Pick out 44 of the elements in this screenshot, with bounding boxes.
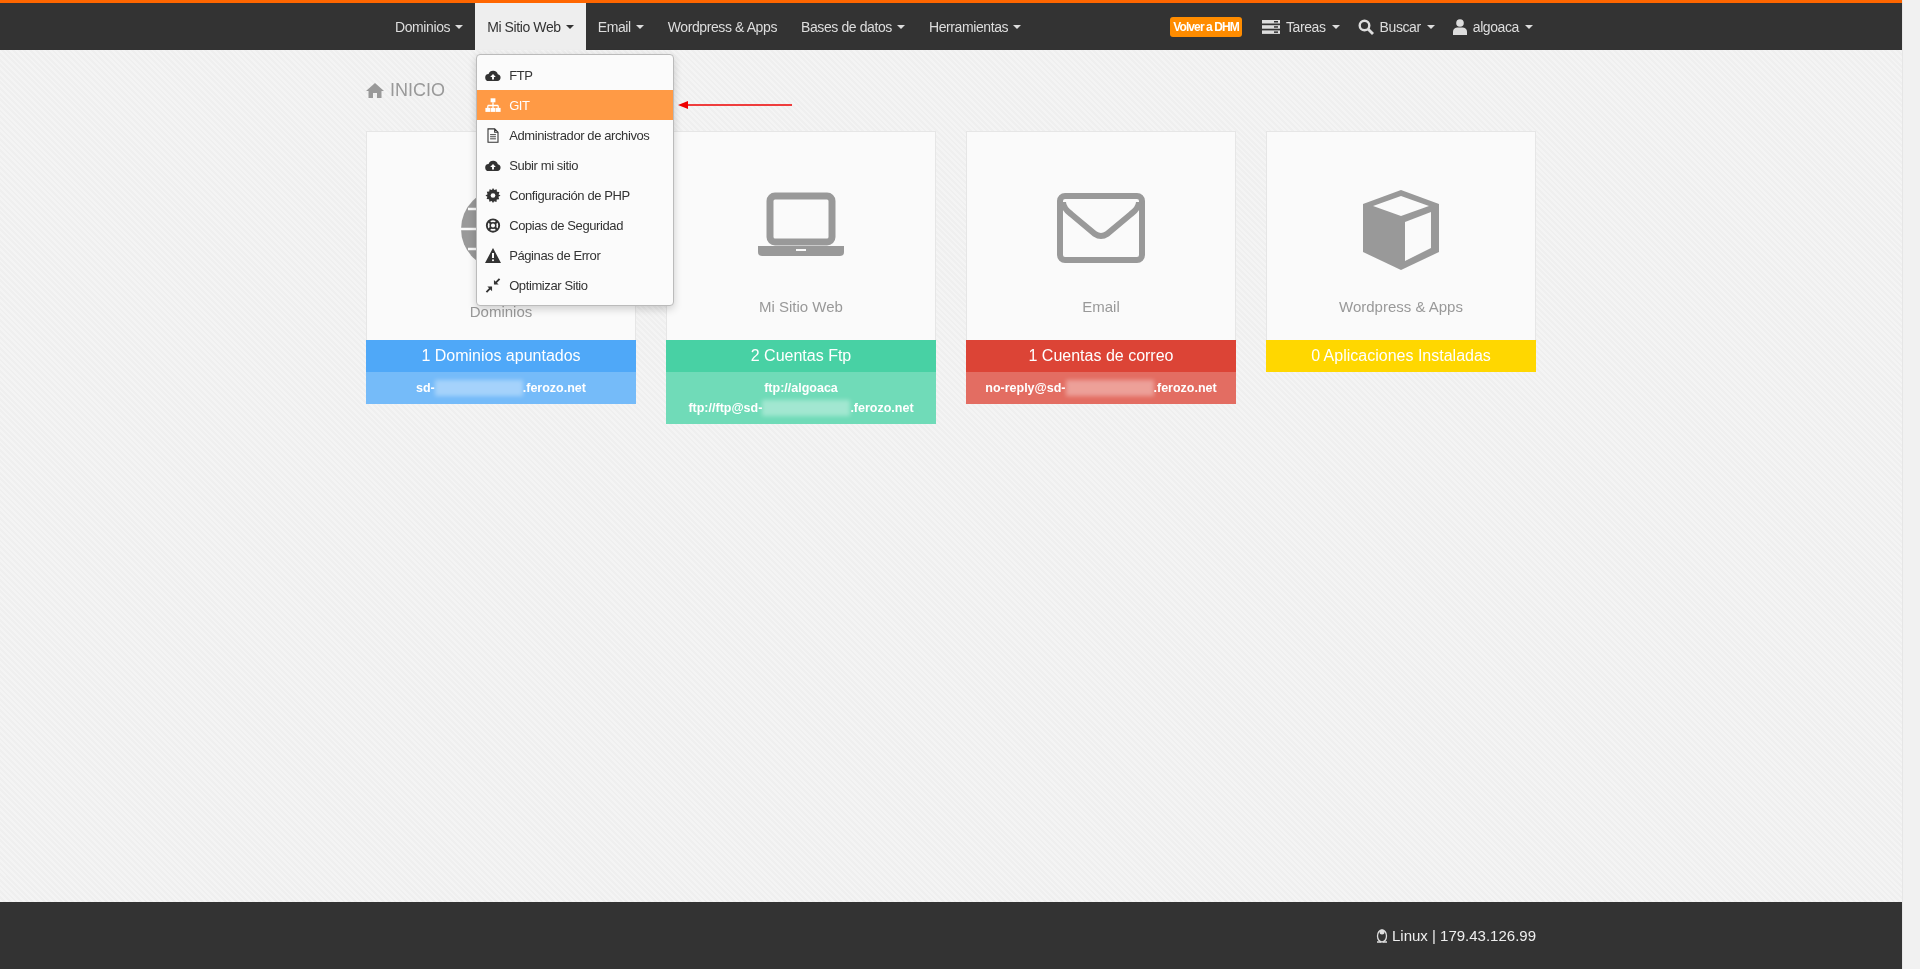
warning-icon	[485, 247, 502, 263]
gear-icon	[485, 187, 502, 203]
nav-menu-item[interactable]: Mi Sitio Web	[475, 3, 586, 50]
user-icon	[1452, 18, 1467, 35]
detail-text: no-reply@sd-	[985, 381, 1066, 395]
detail-text: ftp://algoaca	[764, 381, 838, 395]
nav-menu-item[interactable]: algoaca	[1452, 18, 1533, 35]
dropdown-item[interactable]: Páginas de Error	[477, 240, 674, 270]
nav-menu-item[interactable]: Buscar	[1357, 18, 1435, 35]
dropdown-item[interactable]: Subir mi sitio	[477, 150, 674, 180]
dropdown-item[interactable]: FTP	[477, 60, 674, 90]
card-title: Mi Sitio Web	[759, 298, 843, 315]
server-icon	[1261, 19, 1280, 34]
lifebuoy-icon	[485, 217, 502, 233]
card-title: Email	[1082, 298, 1120, 315]
document-icon	[485, 127, 502, 143]
server-info: Linux | 179.43.126.99	[1391, 927, 1536, 944]
card-title: Dominios	[469, 303, 533, 320]
nav-menu-item[interactable]: Tareas	[1261, 18, 1340, 35]
detail-text: .ferozo.net	[522, 381, 586, 395]
nav-menu-item[interactable]: Herramientas	[916, 3, 1034, 50]
detail-text: .ferozo.net	[1153, 381, 1217, 395]
caret-icon	[1426, 24, 1435, 29]
stat-bar[interactable]: 1 Cuentas de correo	[966, 340, 1236, 372]
detail-text: ftp://ftp@sd-	[688, 401, 763, 415]
nav-menu-item[interactable]: Bases de datos	[789, 3, 917, 50]
caret-icon	[1331, 24, 1340, 29]
detail-text: .ferozo.net	[850, 401, 914, 415]
search-icon	[1357, 18, 1374, 35]
dropdown-item[interactable]: Configuración de PHP	[477, 180, 674, 210]
home-icon	[366, 82, 384, 98]
detail-text: sd-	[416, 381, 435, 395]
compress-arrows-icon	[485, 277, 502, 293]
nav-menu-item[interactable]: Dominios	[383, 3, 476, 50]
dropdown-item[interactable]: Administrador de archivos	[477, 120, 674, 150]
sitemap-icon	[485, 97, 502, 113]
page-heading: INICIO	[390, 79, 445, 101]
penguin-icon	[1375, 928, 1388, 943]
nav-menu-item[interactable]: Wordpress & Apps	[655, 3, 789, 50]
nav-menu-item[interactable]: Email	[585, 3, 656, 50]
dropdown-item[interactable]: Optimizar Sitio	[477, 270, 674, 300]
caret-icon	[1525, 24, 1533, 29]
card-title: Wordpress & Apps	[1339, 298, 1463, 315]
dropdown-item[interactable]: Copias de Seguridad	[477, 210, 674, 240]
